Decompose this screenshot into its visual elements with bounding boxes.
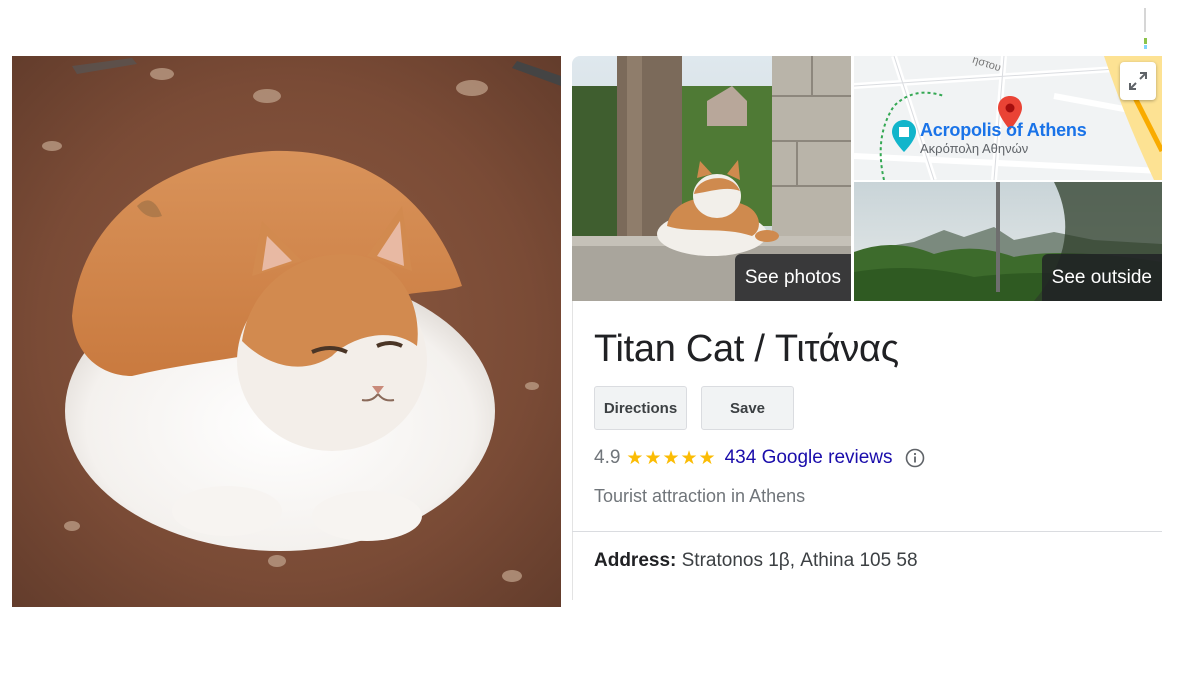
map-tile[interactable]: ηστου Acropolis of Athens Ακρόπολη Αθηνώ… — [854, 56, 1162, 180]
star-rating-icon: ★★★★★ — [626, 447, 717, 469]
edge-mark-decoration — [1144, 8, 1147, 49]
directions-button[interactable]: Directions — [594, 386, 687, 430]
rating-value: 4.9 — [594, 447, 621, 468]
info-icon[interactable] — [905, 448, 925, 468]
divider — [572, 531, 1162, 532]
address-value[interactable]: Stratonos 1β, Athina 105 58 — [676, 550, 918, 571]
address-row: Address: Stratonos 1β, Athina 105 58 — [594, 550, 918, 572]
see-photos-tile[interactable]: See photos — [572, 56, 851, 301]
place-category: Tourist attraction in Athens — [594, 486, 806, 506]
see-photos-label: See photos — [734, 254, 851, 301]
address-label: Address: — [594, 550, 677, 571]
rating-row: 4.9 ★★★★★ 434 Google reviews — [594, 446, 925, 470]
google-reviews-link[interactable]: 434 Google reviews — [725, 447, 893, 469]
expand-map-button[interactable] — [1120, 62, 1156, 100]
cat-photo-large — [12, 56, 561, 607]
knowledge-panel: See photos ηστου Acropolis of Athens Ακρ… — [572, 56, 1162, 606]
save-button[interactable]: Save — [701, 386, 794, 430]
map-place-label: Acropolis of Athens — [920, 120, 1087, 140]
see-outside-label: See outside — [1041, 254, 1162, 301]
see-outside-tile[interactable]: See outside — [854, 182, 1162, 301]
map-place-label-local: Ακρόπολη Αθηνών — [920, 141, 1029, 156]
expand-icon — [1129, 72, 1147, 90]
place-title: Titan Cat / Τιτάνας — [594, 328, 899, 370]
